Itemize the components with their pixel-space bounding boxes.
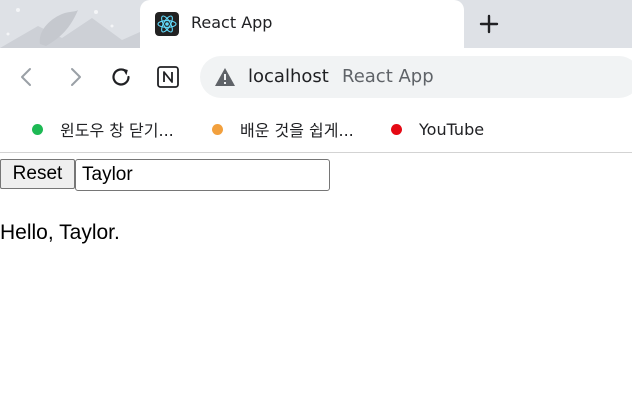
bookmark-label: 배운 것을 쉽게... bbox=[240, 121, 354, 140]
address-host: localhost bbox=[248, 66, 329, 87]
warning-icon[interactable] bbox=[214, 67, 236, 87]
new-tab-button[interactable] bbox=[475, 10, 503, 38]
bookmarks-bar: 윈도우 창 닫기... 배운 것을 쉽게... YouTube bbox=[0, 106, 632, 153]
reload-icon bbox=[112, 68, 130, 86]
bookmark-item[interactable]: YouTube bbox=[391, 117, 484, 141]
bookmark-label: YouTube bbox=[419, 119, 485, 139]
name-input[interactable] bbox=[75, 159, 330, 191]
bookmark-item[interactable]: 윈도우 창 닫기... bbox=[32, 117, 174, 141]
bookmark-item[interactable]: 배운 것을 쉽게... bbox=[212, 117, 354, 141]
address-bar[interactable]: localhost React App bbox=[200, 56, 632, 98]
greeting-text: Hello, Taylor. bbox=[0, 221, 120, 244]
bookmark-favicon-icon bbox=[32, 123, 43, 135]
forward-arrow-icon bbox=[71, 68, 81, 86]
bookmark-favicon-icon bbox=[212, 123, 223, 135]
bookmark-favicon-icon bbox=[391, 123, 402, 135]
forward-button[interactable] bbox=[60, 62, 90, 92]
bookmark-label: 윈도우 창 닫기... bbox=[60, 121, 174, 140]
tab-title: React App bbox=[191, 13, 273, 32]
back-button[interactable] bbox=[12, 62, 42, 92]
tab-strip: React App bbox=[0, 0, 632, 48]
browser-toolbar: localhost React App bbox=[0, 48, 632, 106]
theme-background-art bbox=[0, 8, 140, 48]
address-page-title: React App bbox=[342, 66, 434, 87]
back-arrow-icon bbox=[21, 68, 31, 86]
notion-extension-button[interactable] bbox=[153, 62, 183, 92]
notion-icon bbox=[157, 66, 179, 88]
page-content: Reset Hello, Taylor. bbox=[0, 153, 632, 417]
plus-icon bbox=[479, 14, 499, 34]
reset-button[interactable]: Reset bbox=[0, 159, 75, 189]
reload-button[interactable] bbox=[106, 62, 136, 92]
tab-react-app[interactable]: React App bbox=[140, 0, 464, 48]
react-logo-icon bbox=[155, 12, 179, 36]
